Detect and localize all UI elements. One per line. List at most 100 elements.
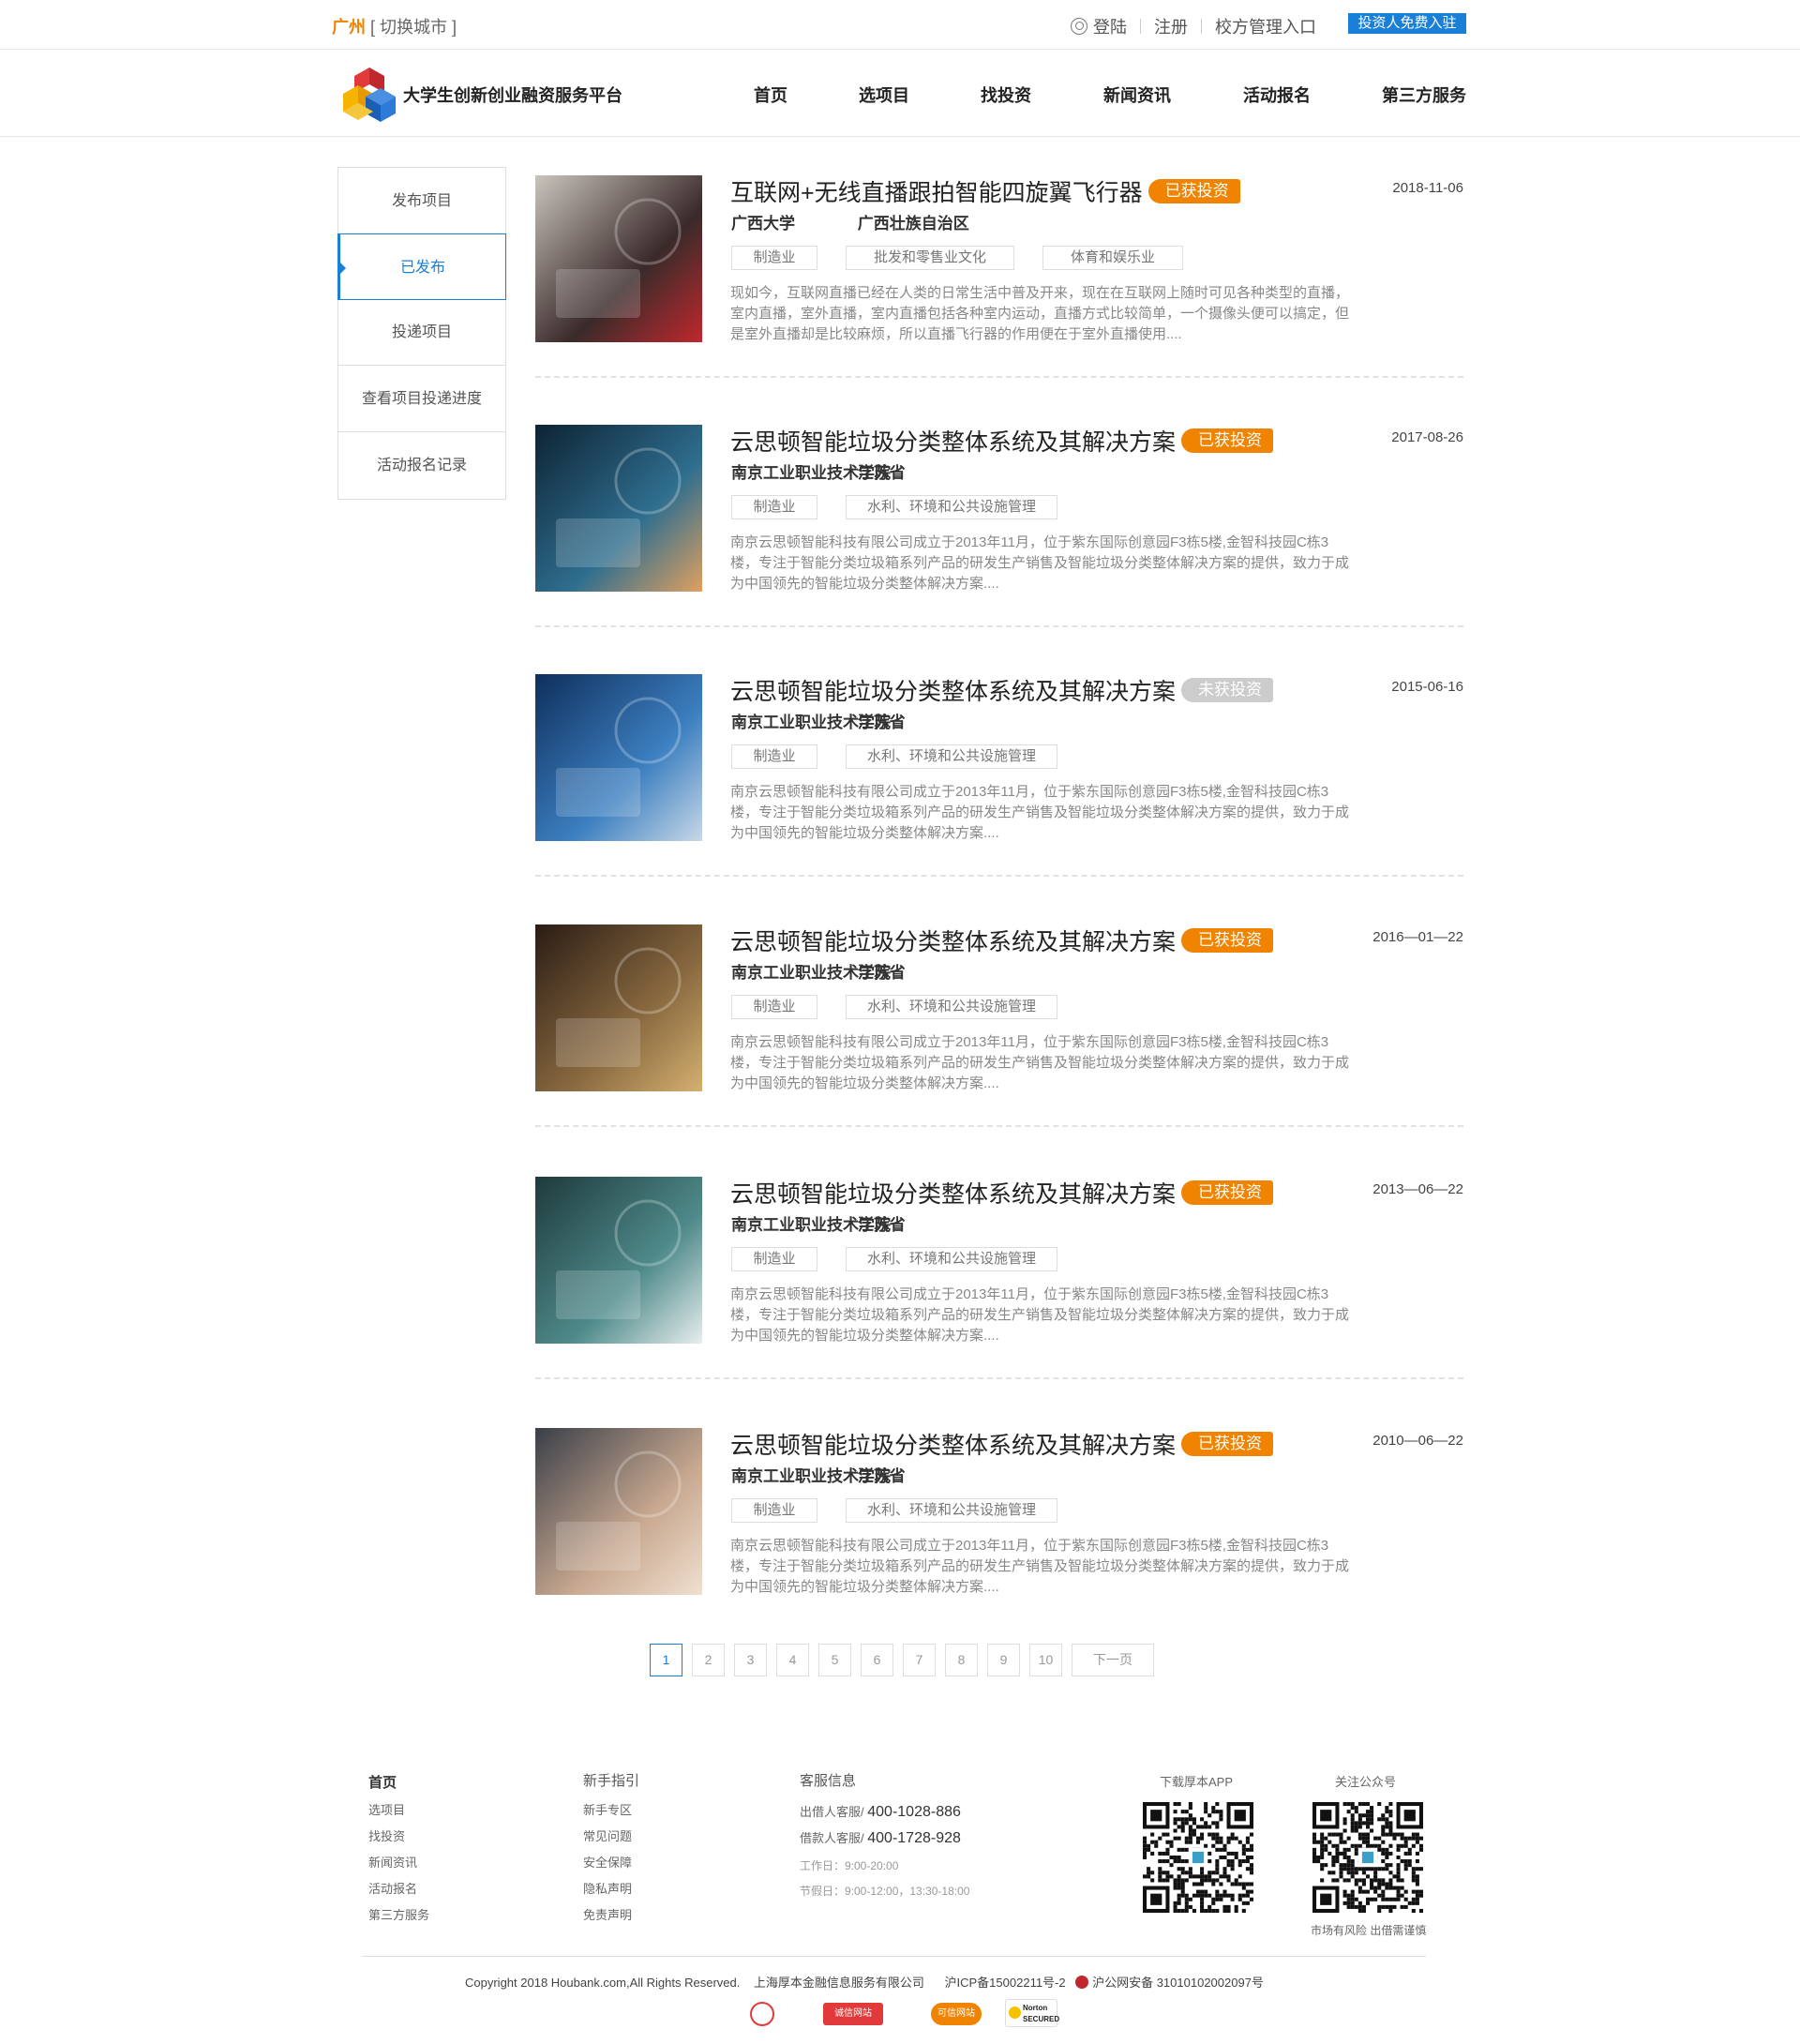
footer-link[interactable]: 常见问题 (583, 1826, 632, 1853)
project-description: 南京云思顿智能科技有限公司成立于2013年11月，位于紫东国际创意园F3栋5楼,… (730, 1538, 1350, 1595)
page-6-button[interactable]: 6 (861, 1644, 893, 1676)
project-description: 南京云思顿智能科技有限公司成立于2013年11月，位于紫东国际创意园F3栋5楼,… (730, 534, 1350, 592)
nav-home[interactable]: 首页 (754, 83, 788, 107)
project-title[interactable]: 云思顿智能垃圾分类整体系统及其解决方案 (730, 1176, 1176, 1210)
nav-find-investment[interactable]: 找投资 (981, 83, 1031, 107)
project-thumbnail[interactable] (535, 674, 702, 841)
industry-tag[interactable]: 体育和娱乐业 (1042, 246, 1183, 270)
register-link[interactable]: 注册 (1154, 14, 1188, 38)
project-card[interactable]: 互联网+无线直播跟拍智能四旋翼飞行器 已获投资 2018-11-06 广西大学 … (535, 167, 1463, 416)
footer-link[interactable]: 安全保障 (583, 1853, 632, 1879)
project-tags: 制造业 批发和零售业文化 体育和娱乐业 (731, 246, 1183, 270)
project-thumbnail[interactable] (535, 924, 702, 1091)
footer-link[interactable]: 选项目 (368, 1800, 429, 1826)
nav-news[interactable]: 新闻资讯 (1103, 83, 1171, 107)
industry-tag[interactable]: 水利、环境和公共设施管理 (846, 995, 1058, 1019)
next-page-button[interactable]: 下一页 (1072, 1644, 1154, 1676)
nav-events[interactable]: 活动报名 (1243, 83, 1311, 107)
card-divider (535, 1377, 1463, 1379)
industry-tag[interactable]: 水利、环境和公共设施管理 (846, 1247, 1058, 1271)
project-card[interactable]: 云思顿智能垃圾分类整体系统及其解决方案 已获投资 2010—06—22 南京工业… (535, 1420, 1463, 1669)
divider (1140, 19, 1141, 34)
project-region: 江苏省 (857, 1216, 906, 1234)
page-2-button[interactable]: 2 (692, 1644, 725, 1676)
project-title[interactable]: 云思顿智能垃圾分类整体系统及其解决方案 (730, 1427, 1176, 1461)
service-line-borrower: 借款人客服/ 400-1728-928 (800, 1828, 961, 1847)
site-name[interactable]: 大学生创新创业融资服务平台 (403, 83, 622, 107)
project-tags: 制造业 水利、环境和公共设施管理 (731, 995, 1058, 1019)
copyright-line: Copyright 2018 Houbank.com,All Rights Re… (465, 1973, 1264, 1991)
footer-guide-title: 新手指引 (583, 1773, 640, 1789)
site-logo-icon[interactable] (341, 66, 398, 124)
trusted-badge[interactable]: 可信网站 (931, 2003, 982, 2025)
sidebar-item-publish-project[interactable]: 发布项目 (338, 168, 505, 234)
project-card[interactable]: 云思顿智能垃圾分类整体系统及其解决方案 已获投资 2016—01—22 南京工业… (535, 916, 1463, 1165)
project-meta: 南京工业职业技术学院 江苏省 (731, 959, 906, 983)
project-thumbnail[interactable] (535, 1428, 702, 1595)
switch-city-link[interactable]: [ 切换城市 ] (370, 18, 457, 37)
project-thumbnail[interactable] (535, 425, 702, 592)
integrity-badge[interactable]: 诚信网站 (823, 2003, 883, 2025)
police-record[interactable]: 沪公网安备 31010102002097号 (1092, 1976, 1264, 1990)
page-4-button[interactable]: 4 (776, 1644, 809, 1676)
page-10-button[interactable]: 10 (1029, 1644, 1062, 1676)
school-admin-link[interactable]: 校方管理入口 (1215, 14, 1316, 38)
nav-select-projects[interactable]: 选项目 (859, 83, 909, 107)
service-line-lender: 出借人客服/ 400-1028-886 (800, 1802, 961, 1821)
industry-tag[interactable]: 制造业 (731, 495, 818, 519)
service-phone[interactable]: 400-1028-886 (867, 1804, 961, 1820)
page-9-button[interactable]: 9 (987, 1644, 1020, 1676)
footer-link[interactable]: 新手专区 (583, 1800, 632, 1826)
app-download-title: 下载厚本APP (1160, 1775, 1234, 1789)
project-title-row: 互联网+无线直播跟拍智能四旋翼飞行器 已获投资 (730, 174, 1240, 208)
sidebar-item-submission-progress[interactable]: 查看项目投递进度 (338, 366, 505, 432)
project-card[interactable]: 云思顿智能垃圾分类整体系统及其解决方案 未获投资 2015-06-16 南京工业… (535, 666, 1463, 915)
sidebar-item-submit-project[interactable]: 投递项目 (338, 299, 505, 366)
industry-tag[interactable]: 批发和零售业文化 (846, 246, 1014, 270)
page-3-button[interactable]: 3 (734, 1644, 767, 1676)
project-thumbnail[interactable] (535, 1177, 702, 1344)
login-link[interactable]: 登陆 (1093, 14, 1127, 38)
industry-tag[interactable]: 制造业 (731, 995, 818, 1019)
project-title[interactable]: 互联网+无线直播跟拍智能四旋翼飞行器 (730, 174, 1143, 208)
footer-link[interactable]: 隐私声明 (583, 1879, 632, 1905)
project-thumbnail[interactable] (535, 175, 702, 342)
nav-third-party[interactable]: 第三方服务 (1382, 83, 1466, 107)
industry-tag[interactable]: 水利、环境和公共设施管理 (846, 1498, 1058, 1523)
project-card[interactable]: 云思顿智能垃圾分类整体系统及其解决方案 已获投资 2017-08-26 南京工业… (535, 416, 1463, 666)
site-seal-icon[interactable] (750, 2002, 774, 2026)
top-links: 登陆 注册 校方管理入口 (1071, 14, 1316, 38)
footer-link[interactable]: 第三方服务 (368, 1905, 429, 1931)
page-8-button[interactable]: 8 (945, 1644, 978, 1676)
project-title[interactable]: 云思顿智能垃圾分类整体系统及其解决方案 (730, 424, 1176, 458)
card-divider (535, 376, 1463, 378)
icp-number[interactable]: 沪ICP备15002211号-2 (945, 1976, 1066, 1990)
service-phone[interactable]: 400-1728-928 (867, 1830, 961, 1846)
footer-link[interactable]: 找投资 (368, 1826, 429, 1853)
current-city[interactable]: 广州 (332, 18, 366, 37)
industry-tag[interactable]: 制造业 (731, 246, 818, 270)
norton-badge[interactable]: Norton SECURED (1005, 1999, 1059, 2027)
footer-link[interactable]: 活动报名 (368, 1879, 429, 1905)
investor-entry-button[interactable]: 投资人免费入驻 (1348, 13, 1466, 34)
city-selector[interactable]: 广州 [ 切换城市 ] (332, 14, 457, 38)
project-date: 2018-11-06 (1392, 180, 1463, 196)
project-card[interactable]: 云思顿智能垃圾分类整体系统及其解决方案 已获投资 2013—06—22 南京工业… (535, 1168, 1463, 1418)
page-7-button[interactable]: 7 (903, 1644, 936, 1676)
project-title[interactable]: 云思顿智能垃圾分类整体系统及其解决方案 (730, 924, 1176, 957)
sidebar-item-event-records[interactable]: 活动报名记录 (338, 432, 505, 499)
sidebar-item-published[interactable]: 已发布 (338, 233, 506, 300)
footer-link[interactable]: 免责声明 (583, 1905, 632, 1931)
project-title[interactable]: 云思顿智能垃圾分类整体系统及其解决方案 (730, 673, 1176, 707)
page-5-button[interactable]: 5 (818, 1644, 851, 1676)
footer-home-link[interactable]: 首页 (368, 1772, 397, 1792)
page-1-button[interactable]: 1 (650, 1644, 682, 1676)
industry-tag[interactable]: 制造业 (731, 1247, 818, 1271)
card-divider (535, 625, 1463, 627)
footer-link[interactable]: 新闻资讯 (368, 1853, 429, 1879)
industry-tag[interactable]: 水利、环境和公共设施管理 (846, 744, 1058, 769)
industry-tag[interactable]: 制造业 (731, 1498, 818, 1523)
industry-tag[interactable]: 制造业 (731, 744, 818, 769)
service-label: 借款人客服/ (800, 1831, 864, 1845)
industry-tag[interactable]: 水利、环境和公共设施管理 (846, 495, 1058, 519)
